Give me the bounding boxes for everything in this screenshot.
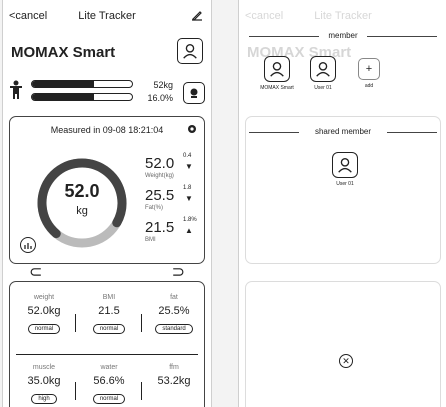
- status-badge: normal: [92, 394, 126, 404]
- ring-readout: 52.0 kg: [32, 181, 132, 217]
- chart-icon: [23, 242, 32, 249]
- details-card: weight 52.0kg normal BMI 21.5 normal fat…: [9, 281, 205, 407]
- fat-summary: 16.0%: [147, 93, 173, 103]
- close-icon[interactable]: ✕: [339, 354, 353, 368]
- scale-button[interactable]: [183, 82, 205, 104]
- scale-icon: [190, 88, 198, 98]
- main-screen: <cancel Lite Tracker MOMAX Smart 52kg 16…: [2, 0, 212, 407]
- gear-icon[interactable]: [186, 123, 198, 135]
- weight-summary: 52kg: [153, 80, 173, 90]
- down-arrow-icon: ▼: [185, 194, 193, 203]
- add-member-button[interactable]: + add: [349, 56, 389, 89]
- member-item[interactable]: User 01: [303, 56, 343, 91]
- metric-fat: 25.5 1.8 ▼ Fat(%): [145, 185, 193, 211]
- plus-icon: +: [358, 58, 380, 80]
- member-item[interactable]: MOMAX Smart: [257, 56, 297, 91]
- fat-bar: [31, 93, 133, 101]
- metric-weight: 52.0 0.4 ▼ Weight(kg): [145, 153, 193, 179]
- hook-icon: ⊂: [29, 264, 43, 281]
- detail-muscle: muscle 35.0kg high: [27, 364, 61, 404]
- weight-bar: [31, 80, 133, 88]
- ring-value: 52.0: [64, 181, 100, 201]
- top-bar: <cancel Lite Tracker: [3, 10, 211, 26]
- detail-weight: weight 52.0kg normal: [27, 294, 61, 334]
- member-section-title: member: [249, 30, 437, 42]
- shared-member-item[interactable]: User 01: [325, 152, 365, 187]
- ring-unit: kg: [76, 205, 88, 217]
- user-icon: [310, 56, 336, 82]
- member-button[interactable]: [177, 38, 203, 64]
- status-badge: high: [31, 394, 57, 404]
- detail-bmi: BMI 21.5 normal: [77, 294, 141, 335]
- down-arrow-icon: ▼: [185, 162, 193, 171]
- detail-water: water 56.6% normal: [92, 364, 126, 404]
- detail-fat: fat 25.5% standard: [142, 294, 206, 335]
- detail-ffm: ffm 53.2kg: [157, 364, 191, 387]
- member-overlay-screen: <cancel Lite Tracker MOMAX Smart member …: [238, 0, 446, 407]
- user-icon: [332, 152, 358, 178]
- hook-icon: ⊃: [171, 264, 185, 281]
- measured-time: Measured in 09-08 18:21:04: [50, 125, 164, 135]
- status-badge: normal: [92, 324, 126, 334]
- measurement-card: Measured in 09-08 18:21:04 52.0 kg 52.0 …: [9, 116, 205, 264]
- status-badge: normal: [27, 324, 61, 334]
- up-arrow-icon: ▲: [185, 226, 193, 235]
- chart-button[interactable]: [20, 237, 36, 253]
- edit-icon[interactable]: [191, 10, 203, 24]
- status-badge: standard: [155, 324, 193, 334]
- user-icon: [264, 56, 290, 82]
- page-title: Lite Tracker: [78, 10, 136, 22]
- divider: [16, 354, 198, 355]
- user-icon: [183, 44, 197, 59]
- device-name: MOMAX Smart: [11, 44, 116, 61]
- metric-bmi: 21.5 1.8% ▲ BMI: [145, 217, 197, 243]
- person-icon: [10, 80, 22, 99]
- shared-section-title: shared member: [249, 126, 437, 138]
